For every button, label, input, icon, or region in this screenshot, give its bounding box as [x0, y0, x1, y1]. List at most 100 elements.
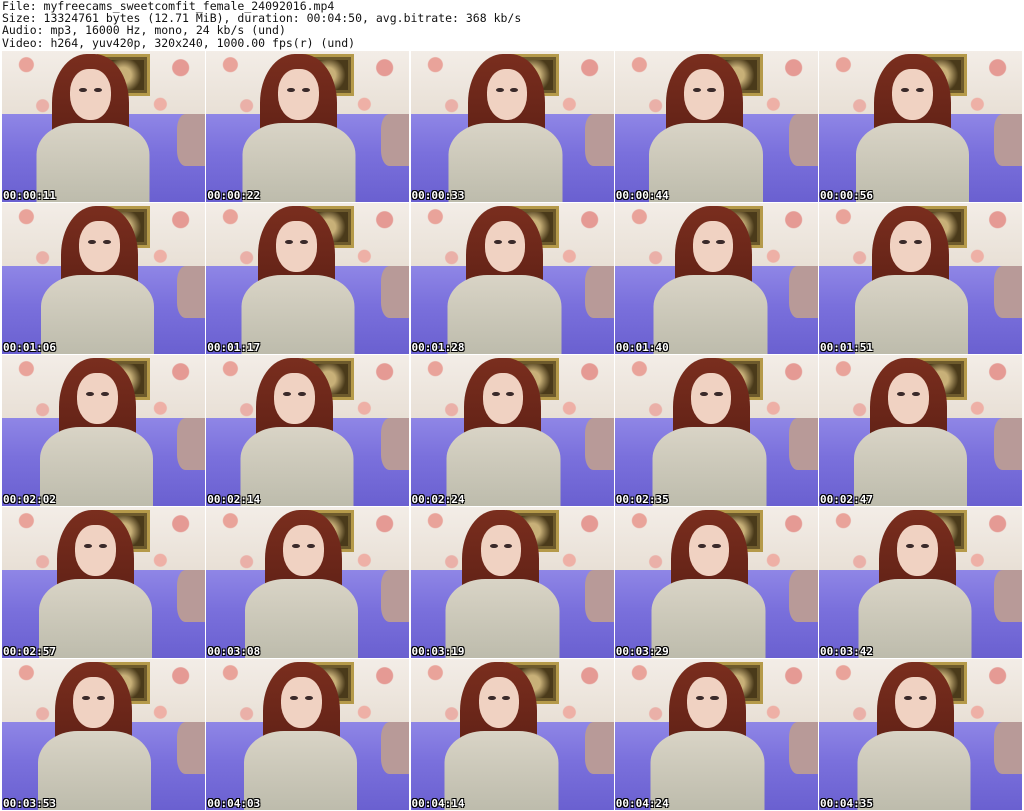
pillow: [585, 266, 614, 318]
pillow: [176, 570, 205, 622]
video-thumbnail: 00:01:28: [410, 203, 614, 354]
pillow: [585, 570, 614, 622]
person-face: [274, 373, 315, 425]
person-face: [888, 373, 929, 425]
video-thumbnail: 00:00:44: [614, 51, 818, 202]
thumbnail-timestamp: 00:04:03: [207, 797, 261, 810]
person-face: [79, 221, 120, 273]
video-thumbnail: 00:04:35: [819, 659, 1022, 810]
person-face: [890, 221, 931, 273]
pillow: [176, 266, 205, 318]
thumbnail-grid: 00:00:11 00:00:22 00:00:33 00:00:44 00:00:56…: [2, 51, 1022, 810]
video-thumbnail: 00:01:51: [819, 203, 1022, 354]
thumbnail-timestamp: 00:00:56: [820, 189, 873, 202]
video-thumbnail: 00:02:14: [206, 355, 410, 506]
pillow: [380, 418, 410, 470]
thumbnail-timestamp: 00:03:42: [820, 645, 873, 658]
video-thumbnail: 00:02:35: [614, 355, 818, 506]
person-face: [895, 677, 936, 729]
file-info-header: File: myfreecams_sweetcomfit_female_2409…: [2, 0, 1022, 50]
person-body: [447, 275, 562, 354]
person-body: [652, 427, 767, 506]
pillow: [585, 418, 614, 470]
person-face: [70, 69, 111, 121]
thumbnail-timestamp: 00:00:33: [411, 189, 465, 202]
pillow: [380, 570, 410, 622]
pillow: [380, 722, 410, 774]
video-thumbnail: 00:02:24: [410, 355, 614, 506]
video-thumbnail: 00:04:03: [206, 659, 410, 810]
person-face: [688, 525, 730, 577]
person-face: [683, 69, 725, 121]
thumbnail-timestamp: 00:02:47: [820, 493, 873, 506]
pillow: [176, 722, 205, 774]
thumbnail-timestamp: 00:03:29: [615, 645, 669, 658]
thumbnail-timestamp: 00:04:14: [411, 797, 465, 810]
video-thumbnail: 00:00:56: [819, 51, 1022, 202]
pillow: [585, 722, 614, 774]
thumbnail-timestamp: 00:00:22: [207, 189, 261, 202]
video-thumbnail: 00:00:11: [2, 51, 205, 202]
person-body: [858, 579, 972, 658]
video-thumbnail: 00:00:22: [206, 51, 410, 202]
video-thumbnail: 00:00:33: [410, 51, 614, 202]
video-thumbnail: 00:02:47: [819, 355, 1022, 506]
person-body: [39, 427, 154, 506]
thumbnail-timestamp: 00:02:57: [3, 645, 56, 658]
video-thumbnail: 00:03:08: [206, 507, 410, 658]
thumbnail-timestamp: 00:01:40: [615, 341, 669, 354]
pillow: [789, 418, 818, 470]
pillow: [993, 418, 1022, 470]
thumbnail-timestamp: 00:03:08: [207, 645, 261, 658]
person-body: [40, 275, 155, 354]
pillow: [380, 114, 410, 166]
pillow: [789, 722, 818, 774]
person-face: [478, 677, 520, 729]
pillow: [993, 114, 1022, 166]
thumbnail-timestamp: 00:01:06: [3, 341, 56, 354]
person-face: [276, 221, 317, 273]
person-face: [278, 69, 319, 121]
pillow: [789, 570, 818, 622]
person-face: [283, 525, 324, 577]
pillow: [380, 266, 410, 318]
video-thumbnail: 00:03:29: [614, 507, 818, 658]
thumbnail-timestamp: 00:02:35: [615, 493, 669, 506]
pillow: [789, 266, 818, 318]
person-face: [686, 677, 728, 729]
video-thumbnail: 00:01:06: [2, 203, 205, 354]
audio-info-line: Audio: mp3, 16000 Hz, mono, 24 kb/s (und…: [2, 23, 286, 38]
person-body: [244, 579, 359, 658]
pillow: [993, 722, 1022, 774]
person-face: [486, 69, 528, 121]
pillow: [176, 114, 205, 166]
thumbnail-timestamp: 00:02:14: [207, 493, 261, 506]
pillow: [585, 114, 614, 166]
video-thumbnail: 00:03:42: [819, 507, 1022, 658]
thumbnail-timestamp: 00:00:44: [615, 189, 669, 202]
video-thumbnail: 00:01:17: [206, 203, 410, 354]
person-face: [692, 221, 734, 273]
video-thumbnail: 00:03:53: [2, 659, 205, 810]
person-face: [892, 69, 933, 121]
thumbnail-timestamp: 00:03:53: [3, 797, 56, 810]
person-face: [690, 373, 732, 425]
thumbnail-timestamp: 00:04:24: [615, 797, 669, 810]
thumbnail-timestamp: 00:02:24: [411, 493, 465, 506]
person-face: [897, 525, 938, 577]
pillow: [176, 418, 205, 470]
person-face: [484, 221, 526, 273]
pillow: [993, 266, 1022, 318]
thumbnail-timestamp: 00:00:11: [3, 189, 56, 202]
person-face: [281, 677, 322, 729]
video-thumbnail: 00:01:40: [614, 203, 818, 354]
thumbnail-timestamp: 00:01:51: [820, 341, 873, 354]
video-thumbnail: 00:04:14: [410, 659, 614, 810]
video-thumbnail: 00:04:24: [614, 659, 818, 810]
person-body: [857, 731, 971, 810]
person-face: [480, 525, 522, 577]
thumbnail-timestamp: 00:03:19: [411, 645, 465, 658]
person-face: [75, 525, 116, 577]
video-info-line: Video: h264, yuv420p, 320x240, 1000.00 f…: [2, 35, 356, 50]
pillow: [789, 114, 818, 166]
